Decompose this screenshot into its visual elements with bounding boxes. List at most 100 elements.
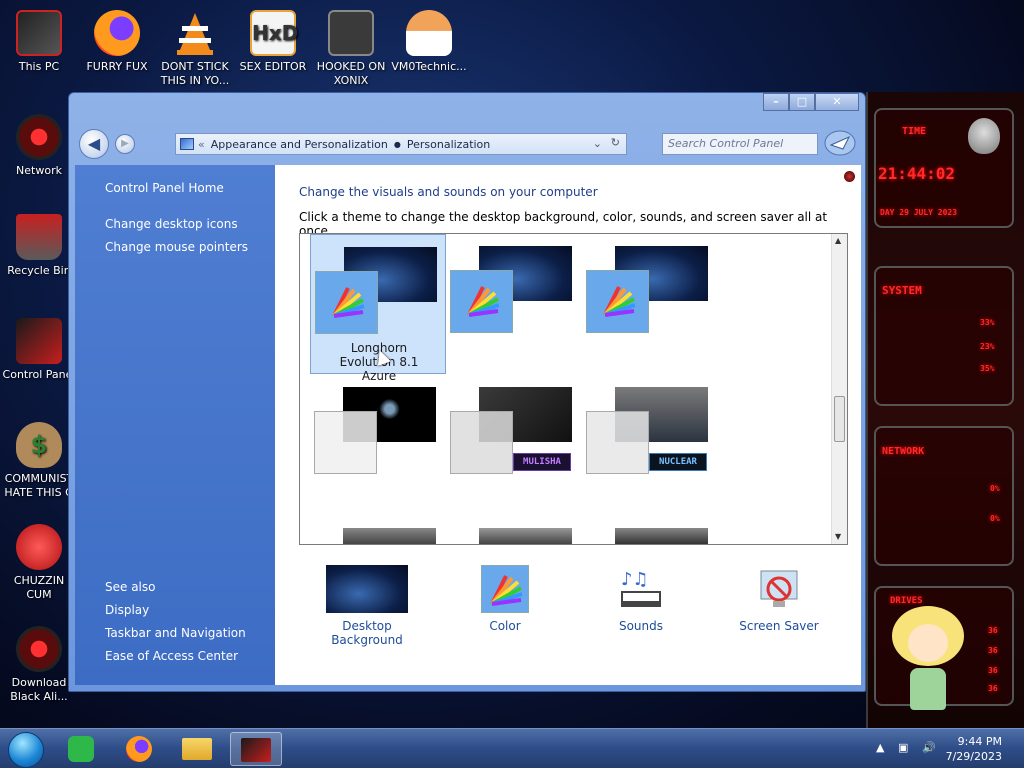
desktop-icon-black-alien[interactable]: Download Black Ali...: [0, 626, 78, 704]
color-button[interactable]: Color: [465, 565, 545, 633]
system-value-3: 35%: [980, 364, 995, 373]
folder-icon: [182, 738, 212, 760]
control-panel-icon: [16, 318, 62, 364]
volume-icon[interactable]: 🔊: [922, 741, 936, 754]
back-button[interactable]: ◀: [79, 129, 109, 159]
screen-saver-icon: [755, 565, 803, 613]
taskbar-file-explorer[interactable]: [172, 732, 224, 766]
network-tray-icon[interactable]: ▣: [898, 741, 908, 754]
display-link[interactable]: Display: [105, 603, 149, 617]
desktop-icon-firefox[interactable]: FURRY FUX: [78, 10, 156, 74]
vlc-icon: [172, 10, 218, 56]
alien-head-icon: [968, 118, 1000, 154]
change-desktop-icons-link[interactable]: Change desktop icons: [105, 217, 238, 231]
scroll-thumb[interactable]: [834, 396, 845, 442]
sounds-button[interactable]: ♪♫ Sounds: [601, 565, 681, 633]
theme-color-swatch: [315, 271, 378, 334]
drives-value-2: 36: [988, 646, 998, 655]
close-button[interactable]: ✕: [815, 93, 859, 111]
system-monitor-widget: TIME 21:44:02 DAY 29 JULY 2023 SYSTEM 33…: [866, 92, 1024, 728]
computer-icon: [16, 10, 62, 56]
network-section: NETWORK 0% 0%: [874, 426, 1014, 566]
screen-saver-button[interactable]: Screen Saver: [739, 565, 819, 633]
cartoon-character-image: [880, 596, 976, 716]
breadcrumb-separator-icon[interactable]: ●: [394, 140, 401, 149]
taskbar-and-navigation-link[interactable]: Taskbar and Navigation: [105, 626, 246, 640]
help-icon[interactable]: [844, 171, 855, 182]
desktop-background-label: Desktop Background: [331, 619, 403, 647]
desktop-icon-this-pc[interactable]: This PC: [0, 10, 78, 74]
desktop-icon-vm0[interactable]: VM0Technic...: [390, 10, 468, 74]
screen-saver-label: Screen Saver: [739, 619, 819, 633]
system-value-2: 23%: [980, 342, 995, 351]
firefox-icon: [94, 10, 140, 56]
control-panel-home-link[interactable]: Control Panel Home: [105, 181, 224, 195]
minimize-button[interactable]: –: [763, 93, 789, 111]
desktop-icon-hxd[interactable]: HxD SEX EDITOR: [234, 10, 312, 74]
forward-button[interactable]: ▶: [115, 134, 135, 154]
system-clock[interactable]: 9:44 PM 7/29/2023: [946, 734, 1002, 764]
game-icon: [328, 10, 374, 56]
control-panel-icon: [180, 138, 194, 150]
theme-item[interactable]: [310, 375, 446, 515]
desktop-icon-network[interactable]: Network: [0, 114, 78, 178]
hxd-icon: HxD: [250, 10, 298, 56]
date-display: DAY 29 JULY 2023: [880, 208, 958, 217]
theme-badge: NUCLEAR: [649, 453, 707, 471]
start-button[interactable]: [8, 732, 44, 768]
network-icon: [16, 114, 62, 160]
address-bar[interactable]: « Appearance and Personalization ● Perso…: [175, 133, 627, 155]
drives-value-3: 36: [988, 666, 998, 675]
personalization-main: Change the visuals and sounds on your co…: [275, 165, 861, 685]
maximize-button[interactable]: □: [789, 93, 815, 111]
desktop-icon-vlc[interactable]: DONT STICK THIS IN YO...: [156, 10, 234, 88]
search-input[interactable]: Search Control Panel: [662, 133, 818, 155]
personalization-window: – □ ✕ ◀ ▶ « Appearance and Personalizati…: [68, 92, 866, 692]
time-title: TIME: [902, 126, 927, 137]
theme-item-mulisha[interactable]: MULISHA: [446, 375, 582, 515]
theme-item-nuclear[interactable]: NUCLEAR: [582, 375, 718, 515]
firefox-icon: [126, 736, 152, 762]
ease-of-access-center-link[interactable]: Ease of Access Center: [105, 649, 238, 663]
doctor-icon: [406, 10, 452, 56]
clock-date: 7/29/2023: [945, 750, 1002, 763]
drives-value-4: 36: [988, 684, 998, 693]
scroll-up-icon[interactable]: ▲: [835, 236, 841, 245]
money-bag-icon: $: [16, 422, 62, 468]
theme-background-preview: [479, 528, 572, 544]
window-content: Control Panel Home Change desktop icons …: [75, 165, 861, 685]
task-sidebar: Control Panel Home Change desktop icons …: [75, 165, 275, 685]
drives-value-1: 36: [988, 626, 998, 635]
system-section: SYSTEM 33% 23% 35%: [874, 266, 1014, 406]
color-label: Color: [489, 619, 521, 633]
taskbar-firefox[interactable]: [114, 732, 166, 766]
desktop-background-button[interactable]: Desktop Background: [307, 565, 427, 647]
desktop-icon-control-panel[interactable]: Control Panel: [0, 318, 78, 382]
taskbar-control-panel[interactable]: [230, 732, 282, 766]
sounds-label: Sounds: [618, 619, 664, 633]
desktop-icon-recycle-bin[interactable]: Recycle Bin: [0, 214, 78, 278]
theme-item[interactable]: [582, 234, 718, 374]
recycle-bin-icon: [16, 214, 62, 260]
notes-icon: [68, 736, 94, 762]
svg-text:♪♫: ♪♫: [621, 569, 649, 590]
chuzzle-icon: [16, 524, 62, 570]
address-overflow[interactable]: «: [198, 138, 205, 151]
show-hidden-icons-icon[interactable]: ▲: [876, 741, 884, 754]
desktop-background-preview: [326, 565, 408, 613]
help-button[interactable]: [823, 129, 857, 157]
scroll-down-icon[interactable]: ▼: [835, 532, 841, 541]
alien-icon: [16, 626, 62, 672]
desktop-icon-xonix[interactable]: HOOKED ON XONIX: [312, 10, 390, 88]
chevron-down-icon[interactable]: ⌄: [593, 137, 602, 150]
refresh-icon[interactable]: ↻: [611, 136, 620, 149]
desktop-icon-communist[interactable]: $ COMMUNIST HATE THIS G: [0, 422, 78, 500]
desktop-icon-chuzzle[interactable]: CHUZZIN CUM: [0, 524, 78, 602]
breadcrumb-appearance[interactable]: Appearance and Personalization: [211, 138, 388, 151]
change-mouse-pointers-link[interactable]: Change mouse pointers: [105, 240, 248, 254]
sounds-icon: ♪♫: [617, 565, 665, 613]
theme-list-scrollbar[interactable]: ▲ ▼: [831, 234, 847, 544]
theme-item[interactable]: [446, 234, 582, 374]
breadcrumb-personalization[interactable]: Personalization: [407, 138, 490, 151]
taskbar-notes-app[interactable]: [58, 732, 110, 766]
